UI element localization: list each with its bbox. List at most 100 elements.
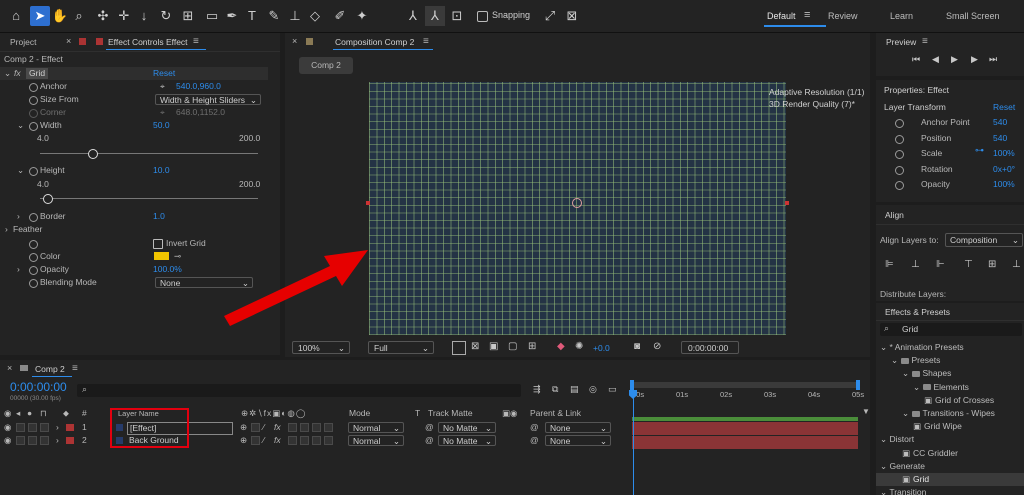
expand-caret-icon[interactable]: › <box>17 210 20 223</box>
width-slider-track[interactable] <box>40 153 258 154</box>
tree-caret-icon[interactable]: ⌄ <box>913 382 920 392</box>
solo-toggle[interactable] <box>28 423 37 432</box>
parent-pickwhip-icon[interactable]: @ <box>530 421 539 434</box>
stopwatch-icon[interactable] <box>29 122 38 131</box>
stopwatch-icon[interactable] <box>895 181 904 190</box>
snapshot-camera-icon[interactable]: ◙ <box>634 341 640 352</box>
graph-editor-icon[interactable]: ▭ <box>608 384 617 395</box>
pen-tool-icon[interactable]: ✒ <box>222 6 242 26</box>
transform-reset-link[interactable]: Reset <box>993 102 1015 112</box>
collapse-caret-icon[interactable]: ⌄ <box>4 67 11 80</box>
border-value[interactable]: 1.0 <box>153 210 165 223</box>
stopwatch-icon[interactable] <box>895 165 904 175</box>
viewer-timecode[interactable]: 0:00:00:00 <box>681 341 739 354</box>
3d-layer-switch[interactable] <box>324 436 333 445</box>
zoom-tool-icon[interactable]: ⌕ <box>69 6 89 26</box>
track-matte-pickwhip-icon[interactable]: @ <box>425 434 434 447</box>
shy-layers-icon[interactable]: ▤ <box>570 384 579 395</box>
snap-grid-icon[interactable]: ⊠ <box>562 6 582 26</box>
last-frame-icon[interactable]: ⏭ <box>989 54 997 65</box>
tab-timeline-comp[interactable]: Comp 2 <box>35 364 65 374</box>
frame-blend-switch[interactable] <box>288 436 297 445</box>
tree-caret-icon[interactable]: ⌄ <box>891 355 898 365</box>
align-vertical-center-icon[interactable]: ⊞ <box>988 259 996 270</box>
effects-tree-item[interactable]: ▣ CC Griddler <box>876 447 1024 460</box>
motion-blur-icon[interactable]: ◎ <box>589 384 597 395</box>
quality-switch-icon[interactable]: ∕ <box>263 421 264 434</box>
stopwatch-icon[interactable] <box>29 279 38 288</box>
expand-caret-icon[interactable]: › <box>5 223 8 236</box>
panel-menu-icon[interactable]: ≡ <box>922 36 928 47</box>
anchor-point-icon[interactable] <box>572 198 582 208</box>
workspace-review[interactable]: Review <box>828 11 858 21</box>
align-horizontal-center-icon[interactable]: ⊥ <box>911 259 920 270</box>
eye-visibility-icon[interactable]: ◉ <box>4 421 11 434</box>
workspace-menu-icon[interactable]: ≡ <box>804 9 810 21</box>
tree-caret-icon[interactable]: ⌄ <box>880 342 887 352</box>
close-icon[interactable]: × <box>66 36 71 46</box>
layer-label-color[interactable] <box>66 437 74 444</box>
stopwatch-icon[interactable] <box>29 96 38 105</box>
width-slider-knob[interactable] <box>88 149 99 159</box>
layer-expand-caret-icon[interactable]: › <box>56 421 59 434</box>
effect-row-grid[interactable]: ⌄ fx Grid Reset <box>0 67 268 80</box>
effects-tree-item[interactable]: ⌄ Transitions - Wipes <box>876 407 1024 420</box>
playhead-line[interactable] <box>633 388 634 495</box>
effects-tree-item[interactable]: ⌄ Shapes <box>876 367 1024 380</box>
height-slider-track[interactable] <box>40 198 258 199</box>
align-bottom-icon[interactable]: ⊥ <box>1012 259 1021 270</box>
effects-tree-item[interactable]: ▣ Grid <box>876 473 1024 486</box>
tree-caret-icon[interactable]: ⌄ <box>880 461 887 471</box>
previous-frame-icon[interactable]: ◀ <box>932 54 939 65</box>
quality-switch-icon[interactable]: ∕ <box>263 434 264 447</box>
solo-toggle[interactable] <box>28 436 37 445</box>
fx-switch-icon[interactable]: fx <box>274 434 281 447</box>
frame-blend-switch[interactable] <box>288 423 297 432</box>
anchor-value[interactable]: 540.0,960.0 <box>176 80 221 93</box>
stopwatch-icon[interactable] <box>29 240 38 249</box>
transform-property-value[interactable]: 100% <box>993 178 1015 191</box>
mask-visibility-icon[interactable]: ▣ <box>489 341 498 352</box>
hand-tool-icon[interactable]: ✋ <box>50 6 70 26</box>
transform-property-value[interactable]: 0x+0° <box>993 163 1015 176</box>
layer-expand-caret-icon[interactable]: › <box>56 434 59 447</box>
constrain-proportions-icon[interactable]: ⊶ <box>975 145 984 156</box>
track-matte-dropdown[interactable]: No Matte ⌄ <box>438 422 496 433</box>
effects-tree-item[interactable]: ⌄ Transition <box>876 486 1024 495</box>
crosshair-icon[interactable]: ⌖ <box>160 80 165 93</box>
comp-marker-bin-icon[interactable]: ▼ <box>862 407 870 416</box>
adjustment-switch[interactable] <box>312 423 321 432</box>
close-icon[interactable]: × <box>292 36 297 46</box>
pan-tool-icon[interactable]: ✛ <box>114 6 134 26</box>
blend-mode-dropdown[interactable]: Normal ⌄ <box>348 435 404 446</box>
stopwatch-icon[interactable] <box>29 167 38 176</box>
transparency-grid-icon[interactable]: ⊠ <box>471 341 479 352</box>
shy-switch-icon[interactable]: ⊕ <box>240 434 247 447</box>
preview-title[interactable]: Preview <box>886 37 916 47</box>
resolution-dropdown[interactable]: Full ⌄ <box>368 341 434 354</box>
collapse-switch[interactable] <box>251 423 260 432</box>
effect-reset-link[interactable]: Reset <box>153 67 175 80</box>
3d-layer-switch[interactable] <box>324 423 333 432</box>
parent-pickwhip-icon[interactable]: @ <box>530 434 539 447</box>
expand-caret-icon[interactable]: ⌄ <box>17 164 24 177</box>
fx-switch-icon[interactable]: fx <box>274 421 281 434</box>
lock-toggle[interactable] <box>40 436 49 445</box>
align-to-dropdown[interactable]: Composition ⌄ <box>945 233 1023 247</box>
play-icon[interactable]: ▶ <box>951 54 958 65</box>
track-matte-pickwhip-icon[interactable]: @ <box>425 421 434 434</box>
tree-caret-icon[interactable]: ⌄ <box>902 368 909 378</box>
effects-tree-item[interactable]: ▣ Grid of Crosses <box>876 394 1024 407</box>
stopwatch-icon[interactable] <box>29 266 38 275</box>
transform-property-value[interactable]: 540 <box>993 116 1007 129</box>
invert-grid-checkbox[interactable] <box>153 239 163 249</box>
eye-visibility-icon[interactable]: ◉ <box>4 434 11 447</box>
brush-tool-icon[interactable]: ✎ <box>264 6 284 26</box>
layer-handle-left[interactable] <box>366 201 370 205</box>
clone-stamp-tool-icon[interactable]: ⊥ <box>285 6 305 26</box>
exposure-value[interactable]: +0.0 <box>593 343 610 353</box>
audio-toggle[interactable] <box>16 436 25 445</box>
motion-blur-switch[interactable] <box>300 423 309 432</box>
color-swatch[interactable] <box>154 252 169 260</box>
layer-handle-right[interactable] <box>785 201 789 205</box>
